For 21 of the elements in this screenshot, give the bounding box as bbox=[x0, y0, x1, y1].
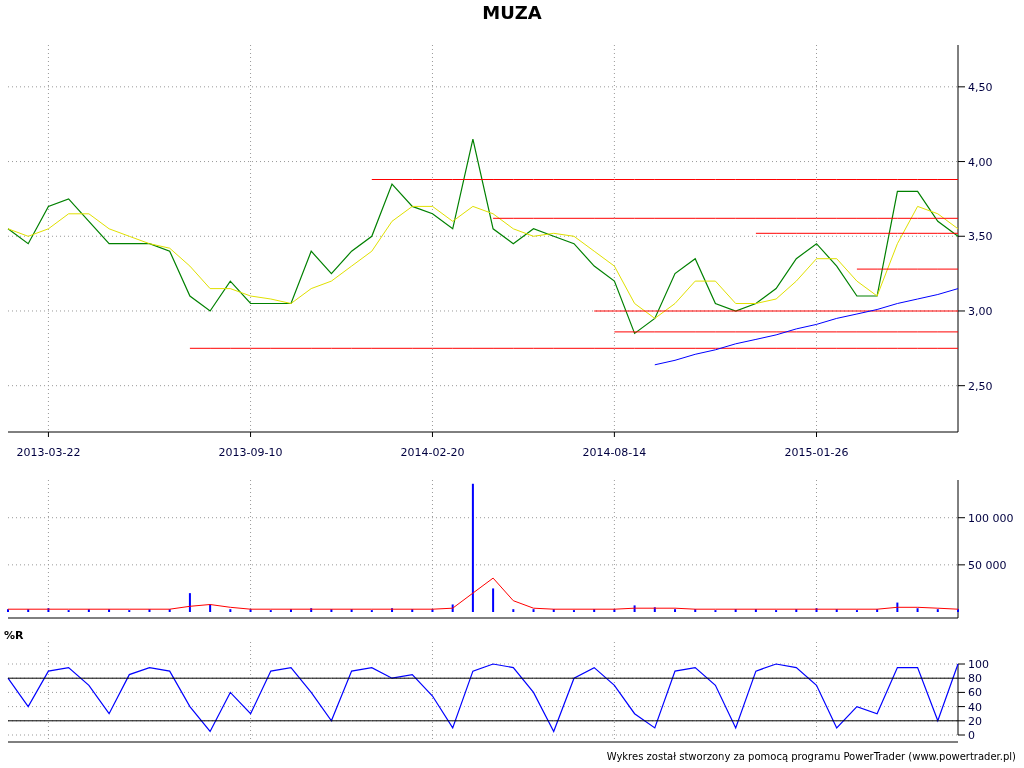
tick-label: 20 bbox=[968, 714, 982, 728]
tick-label: 3,50 bbox=[968, 230, 993, 244]
tick-label: 2015-01-26 bbox=[784, 446, 849, 459]
tick-label: 80 bbox=[968, 672, 982, 686]
tick-label: 100 bbox=[968, 658, 989, 671]
tick-label: 50 000 bbox=[968, 558, 1007, 572]
tick-label: 2013-09-10 bbox=[218, 446, 283, 459]
tick-label: 4,50 bbox=[968, 80, 993, 94]
tick-label: 2013-03-22 bbox=[16, 446, 81, 459]
tick-label: 100 000 bbox=[968, 511, 1014, 525]
credit-text: Wykres został stworzony za pomocą programu PowerTrader (www.powertrader.pl) bbox=[606, 751, 1016, 762]
chart-title: MUZA bbox=[481, 1, 543, 25]
tick-label: 2014-02-20 bbox=[400, 446, 465, 459]
tick-label: 4,00 bbox=[968, 155, 993, 169]
tick-label: 60 bbox=[968, 686, 982, 700]
tick-label: 2,50 bbox=[968, 379, 993, 393]
tick-label: 0 bbox=[968, 729, 975, 742]
tick-label: 40 bbox=[968, 700, 982, 714]
tick-label: 3,00 bbox=[968, 304, 993, 318]
tick-label: 2014-08-14 bbox=[582, 446, 647, 459]
indicator-title: %R bbox=[3, 628, 25, 642]
